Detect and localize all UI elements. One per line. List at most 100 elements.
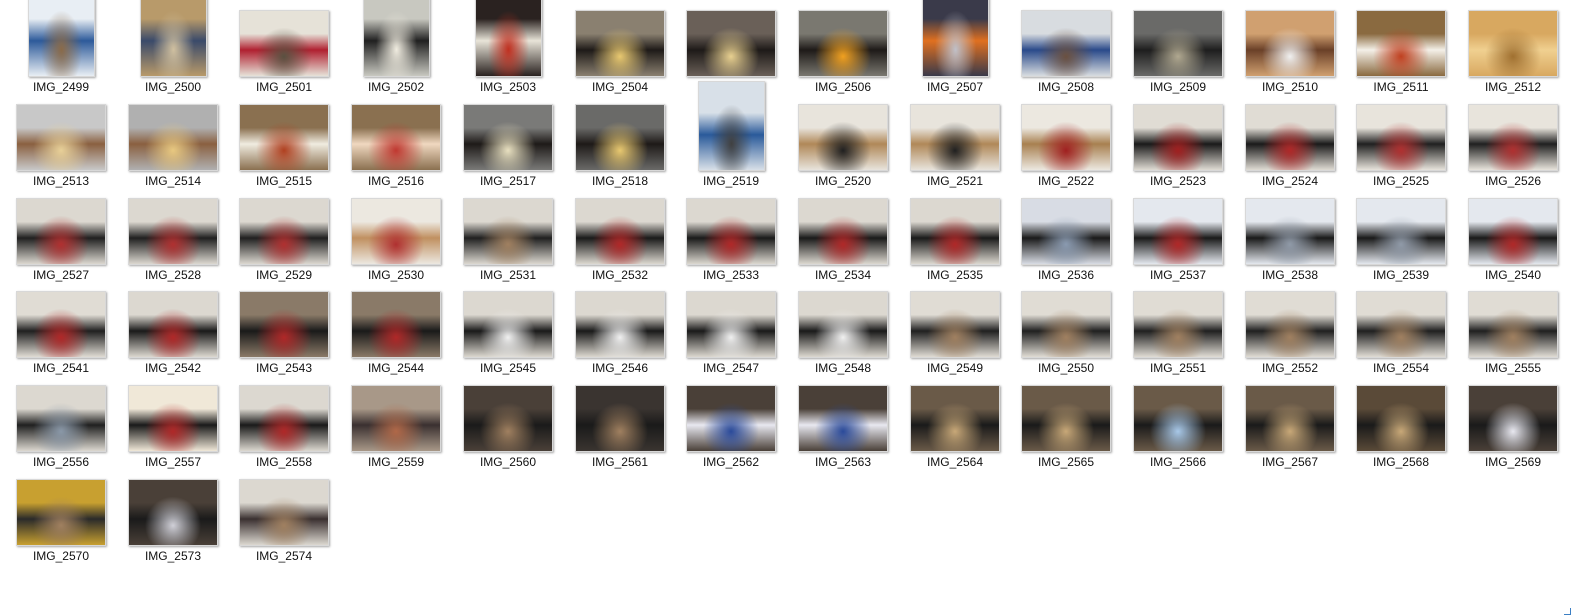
photo-file-item[interactable]: IMG_2567 bbox=[1237, 380, 1343, 474]
photo-thumbnail[interactable] bbox=[1133, 198, 1223, 265]
photo-thumbnail[interactable] bbox=[362, 0, 430, 77]
photo-thumbnail[interactable] bbox=[16, 479, 106, 546]
photo-file-item[interactable]: IMG_2527 bbox=[8, 193, 114, 287]
photo-thumbnail[interactable] bbox=[239, 479, 329, 546]
photo-thumbnail[interactable] bbox=[1468, 10, 1558, 77]
photo-file-item[interactable]: IMG_2518 bbox=[567, 99, 673, 193]
photo-file-item[interactable]: IMG_2564 bbox=[902, 380, 1008, 474]
photo-thumbnail[interactable] bbox=[1133, 291, 1223, 358]
photo-file-item[interactable]: IMG_2519 bbox=[678, 81, 784, 193]
photo-file-item[interactable]: IMG_2560 bbox=[455, 380, 561, 474]
photo-file-item[interactable]: IMG_2533 bbox=[678, 193, 784, 287]
photo-file-item[interactable]: IMG_2562 bbox=[678, 380, 784, 474]
photo-file-item[interactable]: IMG_2549 bbox=[902, 286, 1008, 380]
photo-file-item[interactable]: IMG_2552 bbox=[1237, 286, 1343, 380]
photo-thumbnail[interactable] bbox=[463, 385, 553, 452]
photo-thumbnail[interactable] bbox=[16, 385, 106, 452]
photo-thumbnail[interactable] bbox=[16, 291, 106, 358]
photo-file-item[interactable]: IMG_2531 bbox=[455, 193, 561, 287]
photo-thumbnail[interactable] bbox=[1021, 291, 1111, 358]
photo-thumbnail[interactable] bbox=[1021, 385, 1111, 452]
photo-thumbnail[interactable] bbox=[351, 385, 441, 452]
photo-thumbnail[interactable] bbox=[1468, 104, 1558, 171]
photo-thumbnail[interactable] bbox=[128, 198, 218, 265]
photo-thumbnail[interactable] bbox=[1245, 385, 1335, 452]
photo-file-item[interactable]: IMG_2513 bbox=[8, 99, 114, 193]
photo-thumbnail[interactable] bbox=[575, 385, 665, 452]
photo-thumbnail[interactable] bbox=[1245, 198, 1335, 265]
photo-file-item[interactable]: IMG_2504 bbox=[567, 5, 673, 99]
photo-file-item[interactable]: IMG_2546 bbox=[567, 286, 673, 380]
photo-file-item[interactable]: IMG_2509 bbox=[1125, 5, 1231, 99]
photo-file-item[interactable]: IMG_2520 bbox=[790, 99, 896, 193]
photo-thumbnail[interactable] bbox=[1356, 10, 1446, 77]
photo-file-item[interactable]: IMG_2551 bbox=[1125, 286, 1231, 380]
photo-file-item[interactable]: IMG_2514 bbox=[120, 99, 226, 193]
photo-file-item[interactable]: IMG_2563 bbox=[790, 380, 896, 474]
photo-thumbnail[interactable] bbox=[910, 198, 1000, 265]
photo-thumbnail[interactable] bbox=[463, 104, 553, 171]
photo-file-item[interactable]: IMG_2561 bbox=[567, 380, 673, 474]
photo-thumbnail[interactable] bbox=[351, 198, 441, 265]
photo-thumbnail[interactable] bbox=[239, 385, 329, 452]
photo-thumbnail[interactable] bbox=[16, 198, 106, 265]
photo-file-item[interactable]: IMG_2499 bbox=[8, 0, 114, 99]
photo-thumbnail[interactable] bbox=[128, 385, 218, 452]
photo-thumbnail[interactable] bbox=[1468, 198, 1558, 265]
photo-thumbnail[interactable] bbox=[239, 10, 329, 77]
photo-thumbnail[interactable] bbox=[128, 291, 218, 358]
photo-file-item[interactable]: IMG_2503 bbox=[455, 0, 561, 99]
photo-file-item[interactable]: IMG_2517 bbox=[455, 99, 561, 193]
photo-thumbnail[interactable] bbox=[575, 291, 665, 358]
photo-file-item[interactable]: IMG_2508 bbox=[1013, 5, 1119, 99]
photo-thumbnail[interactable] bbox=[910, 104, 1000, 171]
photo-thumbnail[interactable] bbox=[910, 291, 1000, 358]
photo-file-item[interactable]: IMG_2558 bbox=[231, 380, 337, 474]
photo-file-item[interactable]: IMG_2516 bbox=[343, 99, 449, 193]
photo-thumbnail[interactable] bbox=[474, 0, 542, 77]
photo-thumbnail[interactable] bbox=[1356, 291, 1446, 358]
photo-file-item[interactable]: IMG_2566 bbox=[1125, 380, 1231, 474]
photo-file-item[interactable]: IMG_2550 bbox=[1013, 286, 1119, 380]
photo-file-item[interactable]: IMG_2528 bbox=[120, 193, 226, 287]
photo-file-item[interactable]: IMG_2545 bbox=[455, 286, 561, 380]
photo-thumbnail[interactable] bbox=[575, 104, 665, 171]
photo-thumbnail[interactable] bbox=[1133, 385, 1223, 452]
photo-file-item[interactable]: IMG_2568 bbox=[1348, 380, 1454, 474]
photo-file-item[interactable]: IMG_2521 bbox=[902, 99, 1008, 193]
photo-file-item[interactable]: IMG_2525 bbox=[1348, 99, 1454, 193]
photo-thumbnail[interactable] bbox=[1245, 104, 1335, 171]
photo-file-item[interactable]: IMG_2502 bbox=[343, 0, 449, 99]
photo-thumbnail[interactable] bbox=[1468, 385, 1558, 452]
photo-file-item[interactable]: IMG_2537 bbox=[1125, 193, 1231, 287]
photo-file-item[interactable]: IMG_2543 bbox=[231, 286, 337, 380]
photo-file-item[interactable]: IMG_2506 bbox=[790, 5, 896, 99]
photo-file-item[interactable]: IMG_2522 bbox=[1013, 99, 1119, 193]
photo-file-item[interactable]: IMG_2556 bbox=[8, 380, 114, 474]
photo-file-item[interactable]: IMG_2507 bbox=[902, 0, 1008, 99]
photo-file-item[interactable]: IMG_2544 bbox=[343, 286, 449, 380]
photo-file-item[interactable]: IMG_2540 bbox=[1460, 193, 1566, 287]
photo-thumbnail[interactable] bbox=[575, 198, 665, 265]
photo-file-item[interactable]: IMG_2548 bbox=[790, 286, 896, 380]
photo-thumbnail[interactable] bbox=[798, 385, 888, 452]
photo-file-item[interactable]: IMG_2554 bbox=[1348, 286, 1454, 380]
photo-file-item[interactable]: IMG_2570 bbox=[8, 474, 114, 568]
photo-file-item[interactable]: IMG_2559 bbox=[343, 380, 449, 474]
photo-thumbnail[interactable] bbox=[575, 10, 665, 77]
photo-thumbnail[interactable] bbox=[798, 291, 888, 358]
photo-file-item[interactable]: IMG_2500 bbox=[120, 0, 226, 99]
photo-file-item[interactable]: IMG_2526 bbox=[1460, 99, 1566, 193]
photo-thumbnail[interactable] bbox=[798, 198, 888, 265]
photo-file-item[interactable]: IMG_2573 bbox=[120, 474, 226, 568]
photo-thumbnail[interactable] bbox=[798, 10, 888, 77]
photo-thumbnail[interactable] bbox=[239, 104, 329, 171]
photo-thumbnail[interactable] bbox=[686, 291, 776, 358]
photo-thumbnail[interactable] bbox=[139, 0, 207, 77]
photo-file-item[interactable]: IMG_2569 bbox=[1460, 380, 1566, 474]
photo-file-item[interactable]: IMG_2529 bbox=[231, 193, 337, 287]
photo-thumbnail[interactable] bbox=[463, 198, 553, 265]
photo-thumbnail[interactable] bbox=[351, 291, 441, 358]
photo-file-item[interactable]: IMG_2547 bbox=[678, 286, 784, 380]
photo-file-item[interactable]: IMG_2542 bbox=[120, 286, 226, 380]
